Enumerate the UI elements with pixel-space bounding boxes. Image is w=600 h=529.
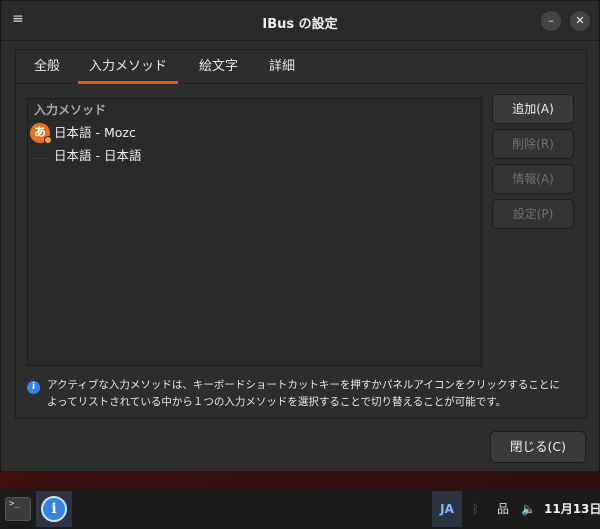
minimize-button[interactable]: –: [541, 11, 561, 31]
ime-indicator[interactable]: JA: [432, 491, 462, 527]
info-text: アクティブな入力メソッドは、キーボードショートカットキーを押すかパネルアイコンを…: [47, 377, 582, 411]
window-title: IBus の設定: [262, 17, 338, 32]
mozc-icon: あ: [30, 123, 52, 144]
input-method-list[interactable]: 入力メソッド あ 日本語 - Mozc 日本語 - 日本語: [27, 98, 482, 366]
tab-advanced[interactable]: 詳細: [258, 50, 306, 84]
preferences-button[interactable]: 設定(P): [492, 199, 574, 229]
info-icon: i: [27, 381, 40, 394]
list-item[interactable]: 日本語 - 日本語: [28, 145, 481, 167]
list-item-label: 日本語 - Mozc: [54, 125, 136, 140]
close-window-button[interactable]: ✕: [570, 11, 590, 31]
list-item-label: 日本語 - 日本語: [54, 148, 142, 163]
tab-general[interactable]: 全般: [23, 50, 71, 84]
terminal-icon[interactable]: >_: [5, 497, 31, 521]
info-app-icon: i: [41, 496, 67, 522]
info-app-button[interactable]: i: [36, 491, 72, 527]
tab-input-method[interactable]: 入力メソッド: [78, 50, 179, 84]
bluetooth-icon[interactable]: ᛒ: [472, 500, 479, 518]
title-bar: ≡ IBus の設定 – ✕: [1, 1, 599, 41]
info-text-line: よってリストされている中から１つの入力メソッドを選択することで切り替えることが可…: [47, 396, 507, 408]
tab-emoji[interactable]: 絵文字: [188, 50, 249, 84]
network-icon[interactable]: 品: [497, 500, 509, 518]
about-button[interactable]: 情報(A): [492, 164, 574, 194]
clock[interactable]: 11月13日: [544, 500, 600, 518]
list-item[interactable]: あ 日本語 - Mozc: [28, 122, 481, 144]
tab-bar: 全般 入力メソッド 絵文字 詳細: [16, 50, 586, 84]
remove-button[interactable]: 削除(R): [492, 129, 574, 159]
taskbar: >_ i JA ᛒ 品 🔈 11月13日: [0, 489, 600, 529]
ibus-settings-window: ≡ IBus の設定 – ✕ 全般 入力メソッド 絵文字 詳細 入力メソッド あ…: [0, 0, 600, 472]
list-header: 入力メソッド: [28, 99, 481, 121]
info-text-line: アクティブな入力メソッドは、キーボードショートカットキーを押すかパネルアイコンを…: [47, 379, 560, 391]
close-button[interactable]: 閉じる(C): [490, 431, 586, 463]
settings-notebook: 全般 入力メソッド 絵文字 詳細 入力メソッド あ 日本語 - Mozc 日本語…: [15, 49, 587, 419]
add-button[interactable]: 追加(A): [492, 94, 574, 124]
keyboard-icon: [34, 153, 46, 159]
volume-icon[interactable]: 🔈: [521, 500, 536, 518]
